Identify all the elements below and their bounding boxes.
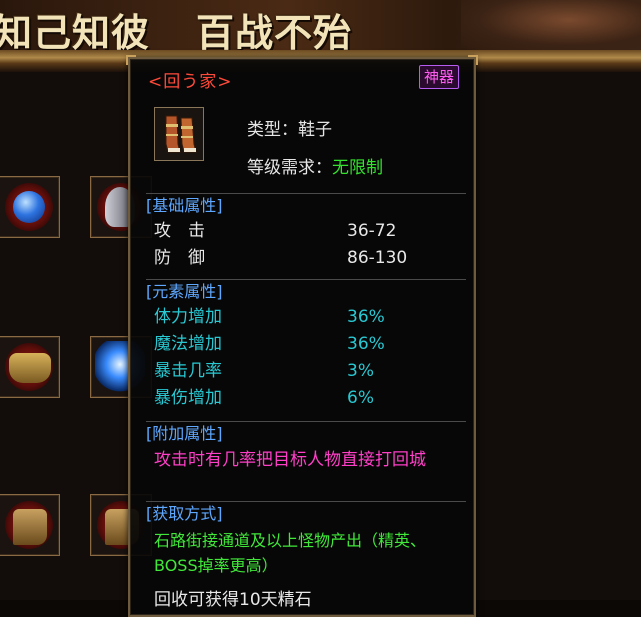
- item-tooltip: <回う家> 神器 类型：鞋子 等级需求：无限制 [基础属性] 攻 击 36-72…: [126, 55, 478, 617]
- section-title: [基础属性]: [146, 196, 223, 215]
- stat-value: 3%: [347, 361, 374, 381]
- acquisition-text: 石路街接通道及以上怪物产出（精英、BOSS掉率更高）: [154, 531, 427, 575]
- extra-attributes-section: [附加属性] 攻击时有几率把目标人物直接打回城: [146, 421, 466, 473]
- stat-row: 体力增加 36%: [146, 304, 466, 331]
- stat-label: 暴击几率: [154, 361, 222, 381]
- rarity-badge: 神器: [419, 65, 460, 89]
- recycle-reward-text: 回收可获得10天精石: [154, 590, 312, 610]
- stat-value: 36%: [347, 307, 385, 327]
- stat-label: 防 御: [154, 248, 205, 268]
- slogan-left: 知己知彼: [0, 11, 151, 50]
- item-icon-frame: [154, 107, 204, 161]
- stat-row: 暴击几率 3%: [146, 358, 466, 385]
- inventory-slot-boots[interactable]: [0, 494, 60, 556]
- stat-value: 36-72: [347, 221, 397, 241]
- stat-row: 攻 击 36-72: [146, 218, 466, 245]
- stat-label: 体力增加: [154, 307, 222, 327]
- section-title: [获取方式]: [146, 504, 223, 523]
- stat-row: 魔法增加 36%: [146, 331, 466, 358]
- level-label: 等级需求：: [247, 158, 332, 178]
- level-requirement: 等级需求：无限制: [247, 153, 383, 178]
- section-title: [附加属性]: [146, 424, 223, 443]
- boots-icon: [13, 509, 47, 545]
- item-name: <回う家>: [148, 72, 233, 92]
- base-attributes-section: [基础属性] 攻 击 36-72 防 御 86-130: [146, 193, 466, 272]
- slogan-right: 百战不殆: [196, 11, 353, 50]
- stat-value: 36%: [347, 334, 385, 354]
- extra-attribute-text: 攻击时有几率把目标人物直接打回城: [154, 450, 426, 470]
- stat-value: 86-130: [347, 248, 408, 268]
- stat-label: 魔法增加: [154, 334, 222, 354]
- stat-label: 暴伤增加: [154, 388, 222, 408]
- element-attributes-section: [元素属性] 体力增加 36% 魔法增加 36% 暴击几率 3% 暴伤增加 6%: [146, 279, 466, 412]
- stat-value: 6%: [347, 388, 374, 408]
- inventory-slot-ring[interactable]: [0, 176, 60, 238]
- sapphire-ring-icon: [13, 191, 45, 223]
- item-type: 类型：鞋子: [247, 115, 332, 140]
- acquisition-section: [获取方式] 石路街接通道及以上怪物产出（精英、BOSS掉率更高）: [146, 501, 466, 578]
- section-title: [元素属性]: [146, 282, 223, 301]
- stat-row: 防 御 86-130: [146, 245, 466, 272]
- gold-armor-icon: [9, 353, 51, 383]
- type-value: 鞋子: [298, 120, 332, 140]
- stat-row: 暴伤增加 6%: [146, 385, 466, 412]
- boots-icon: [165, 115, 197, 153]
- level-value: 无限制: [332, 158, 383, 178]
- stat-label: 攻 击: [154, 221, 205, 241]
- top-banner: 知己知彼 百战不殆: [0, 0, 641, 50]
- inventory-slot-armor[interactable]: [0, 336, 60, 398]
- type-label: 类型：: [247, 120, 298, 140]
